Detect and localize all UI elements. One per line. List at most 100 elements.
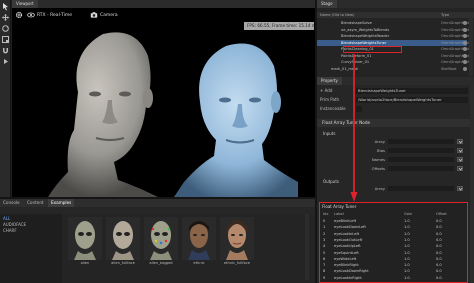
scale-tool-icon[interactable] [1,35,10,44]
example-thumbnail[interactable]: ethnic_fullface [220,217,254,267]
table-row[interactable]: 3 eyeLookOutLeft 1.0 0.0 [320,237,466,243]
visibility-eye-icon[interactable] [463,21,467,25]
chevron-down-icon [458,140,463,144]
cell-offset[interactable]: 0.0 [436,275,442,281]
example-thumbnail[interactable]: alien_tagged [144,217,178,267]
output-array-field[interactable] [388,186,454,191]
viewport-canvas[interactable] [12,22,315,197]
tab-console[interactable]: Console [0,199,23,207]
cell-gain[interactable]: 1.0 [404,268,410,274]
cell-offset[interactable]: 0.0 [436,237,442,243]
stage-column-name[interactable]: Name (Old to New) [320,12,354,18]
snap-tool-icon[interactable] [1,46,10,55]
example-thumbnail[interactable]: ethnic [182,217,216,267]
input-field[interactable] [388,166,454,171]
camera-button[interactable]: Camera [90,10,118,20]
input-field-menu-button[interactable] [457,166,463,171]
visibility-eye-icon[interactable] [463,47,467,51]
example-thumbnail[interactable]: alien [68,217,102,267]
sidebar-item-charf[interactable]: CHARF [3,228,17,233]
cell-gain[interactable]: 1.0 [404,237,410,243]
cell-gain[interactable]: 1.0 [404,218,410,224]
stage-tree-row[interactable]: BlendshapeWeightsTuner OmniGraphNode [317,39,471,46]
stage-panel: Stage Name (Old to New) Type BlendshapeS… [317,0,474,77]
table-row[interactable]: 8 eyeLookDownRight 1.0 0.0 [320,268,466,274]
cell-gain[interactable]: 1.0 [404,256,410,262]
stage-scrollbar[interactable] [469,18,473,76]
input-field-label: Bias [377,148,385,153]
visibility-eye-icon[interactable] [463,34,467,38]
name-field[interactable]: BlendshapeWeightsTuner [356,88,468,94]
property-scrollbar[interactable] [470,85,474,283]
select-tool-icon[interactable] [1,2,10,11]
cell-offset[interactable]: 0.0 [436,256,442,262]
cell-label: eyeWideLeft [334,256,357,261]
input-field[interactable] [388,148,454,153]
cell-gain[interactable]: 1.0 [404,231,410,237]
cell-offset[interactable]: 0.0 [436,250,442,256]
cell-gain[interactable]: 1.0 [404,262,410,268]
cell-offset[interactable]: 0.0 [436,231,442,237]
input-field[interactable] [388,157,454,162]
example-thumbnail[interactable]: alien_fullface [106,217,140,267]
visibility-eye-icon[interactable] [463,27,467,32]
cell-offset[interactable]: 0.0 [436,268,442,274]
stage-column-type[interactable]: Type [441,12,449,18]
cell-gain[interactable]: 1.0 [404,224,410,230]
play-icon[interactable] [1,57,10,66]
table-row[interactable]: 5 eyeSquintLeft 1.0 0.0 [320,250,466,256]
visibility-eye-icon[interactable] [463,66,467,71]
stage-tree-row[interactable]: mark_01_mesh SkelRoot [317,66,467,72]
table-row[interactable]: 9 eyeLookInRight 1.0 0.0 [320,275,466,281]
stage-tree-row[interactable]: PointsDeform_01 OmniGraphNode [317,53,471,59]
cell-offset[interactable]: 0.0 [436,218,442,224]
cell-gain[interactable]: 1.0 [404,243,410,249]
thumbnail-image [68,217,102,260]
tab-stage[interactable]: Stage [317,0,337,8]
cell-idx: 6 [323,256,326,261]
cell-offset[interactable]: 0.0 [436,262,442,268]
table-row[interactable]: 6 eyeWideLeft 1.0 0.0 [320,256,466,262]
tab-property[interactable]: Property [317,77,342,85]
table-row[interactable]: 2 eyeLookInLeft 1.0 0.0 [320,231,466,237]
float-array-section-header[interactable]: Float Array Tuner Node [317,119,474,127]
table-row[interactable]: 7 eyeBlinkRight 1.0 0.0 [320,262,466,268]
sidebar-item-audioface[interactable]: AUDIOFACE [3,222,26,227]
output-array-menu-button[interactable] [457,186,463,191]
rotate-tool-icon[interactable] [1,24,10,33]
cell-idx: 5 [323,250,326,255]
visibility-eye-icon[interactable] [463,53,467,58]
cell-gain[interactable]: 1.0 [404,250,410,256]
thumbnail-image [144,217,178,260]
input-field-menu-button[interactable] [457,148,463,153]
cell-gain[interactable]: 1.0 [404,275,410,281]
add-button[interactable]: + Add [320,87,332,95]
cell-offset[interactable]: 0.0 [436,243,442,249]
stage-tree-row[interactable]: BlendshapeSolve OmniGraphNode [317,20,471,26]
examples-scrollbar[interactable] [305,214,309,280]
eye-icon [27,12,35,18]
inputs-section-header[interactable]: Inputs [323,130,335,137]
prim-path-field[interactable]: /World/audio2face/BlendshapeWeightsTuner [356,97,468,103]
cell-offset[interactable]: 0.0 [436,224,442,230]
cell-label: eyeLookOutLeft [334,237,363,242]
input-field[interactable] [388,139,454,144]
input-field-menu-button[interactable] [457,139,463,144]
viewport-settings-button[interactable] [15,10,23,20]
input-field-menu-button[interactable] [457,157,463,162]
tab-content[interactable]: Content [24,199,47,207]
visibility-eye-icon[interactable] [463,60,467,64]
table-row[interactable]: 4 eyeLookUpLeft 1.0 0.0 [320,243,466,249]
render-mode-button[interactable]: RTX - Real-Time [27,10,72,20]
stage-tree-row[interactable]: CurvySolver_01 OmniGraphNode [317,59,471,65]
visibility-eye-icon[interactable] [463,40,467,45]
tab-examples[interactable]: Examples [48,199,75,207]
stage-tree-row[interactable]: ue_asym_WeightsToBlends OmniGraphNode [317,27,471,33]
sidebar-item-all[interactable]: ALL [3,216,10,221]
move-tool-icon[interactable] [1,13,10,22]
tab-viewport[interactable]: Viewport [12,0,38,8]
stage-tree-row[interactable]: BlendshapeWeightsReader OmniGraphNode [317,33,471,39]
table-row[interactable]: 1 eyeLookDownLeft 1.0 0.0 [320,224,466,230]
outputs-section-header[interactable]: Outputs [323,178,339,185]
table-row[interactable]: 0 eyeBlinkLeft 1.0 0.0 [320,218,466,224]
